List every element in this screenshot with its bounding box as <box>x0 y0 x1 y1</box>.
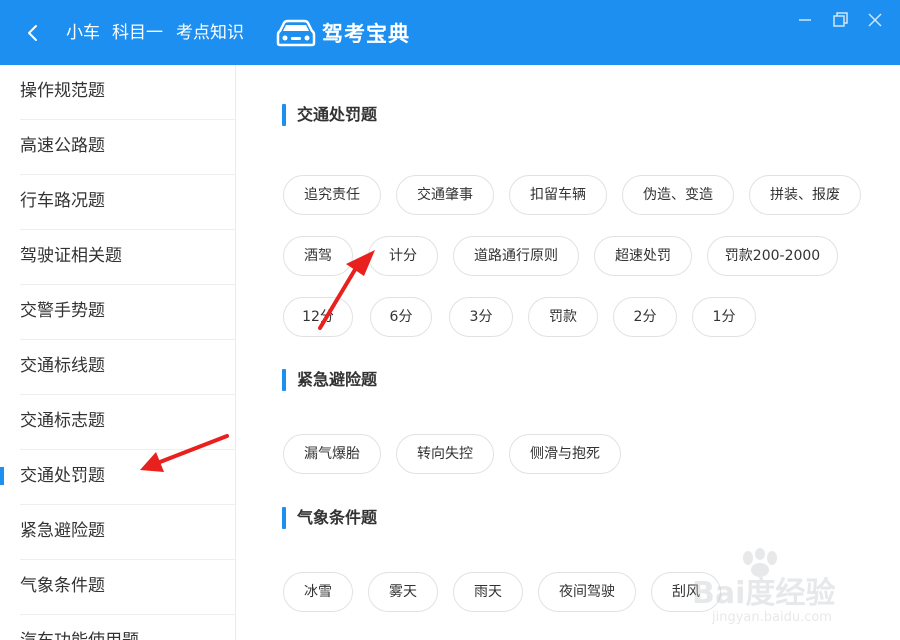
tag-chip[interactable]: 漏气爆胎 <box>283 434 381 474</box>
baidu-jingyan-watermark: Bai度经验 jingyan.baidu.com <box>692 548 892 634</box>
category-sidebar: 操作规范题 高速公路题 行车路况题 驾驶证相关题 交警手势题 交通标线题 交通标… <box>0 65 236 640</box>
tag-chip[interactable]: 超速处罚 <box>594 236 692 276</box>
tag-chip[interactable]: 雾天 <box>368 572 438 612</box>
sidebar-item-license[interactable]: 驾驶证相关题 <box>20 230 235 285</box>
sidebar-item-vehicle-functions[interactable]: 汽车功能使用题 <box>20 615 235 640</box>
sidebar-item-highway[interactable]: 高速公路题 <box>20 120 235 175</box>
sidebar-item-road-markings[interactable]: 交通标线题 <box>20 340 235 395</box>
tag-chip[interactable]: 拼装、报废 <box>749 175 861 215</box>
tag-chip[interactable]: 计分 <box>368 236 438 276</box>
tag-chip[interactable]: 1分 <box>692 297 756 337</box>
restore-icon[interactable] <box>830 10 850 30</box>
tag-chip[interactable]: 侧滑与抱死 <box>509 434 621 474</box>
tag-chip[interactable]: 冰雪 <box>283 572 353 612</box>
tag-chip[interactable]: 交通肇事 <box>396 175 494 215</box>
tag-chip[interactable]: 扣留车辆 <box>509 175 607 215</box>
tag-chip[interactable]: 3分 <box>449 297 513 337</box>
sidebar-item-operation[interactable]: 操作规范题 <box>20 65 235 120</box>
tag-chip[interactable]: 追究责任 <box>283 175 381 215</box>
tag-chip[interactable]: 酒驾 <box>283 236 353 276</box>
section-title-penalties: 交通处罚题 <box>282 103 377 127</box>
section-title-emergency: 紧急避险题 <box>282 368 377 392</box>
tag-chip[interactable]: 伪造、变造 <box>622 175 734 215</box>
tag-chip[interactable]: 罚款200-2000 <box>707 236 838 276</box>
tag-chip[interactable]: 夜间驾驶 <box>538 572 636 612</box>
tag-chip[interactable]: 转向失控 <box>396 434 494 474</box>
sidebar-item-weather[interactable]: 气象条件题 <box>20 560 235 615</box>
tag-chip[interactable]: 罚款 <box>528 297 598 337</box>
minimize-icon[interactable] <box>795 10 815 30</box>
close-icon[interactable] <box>865 10 885 30</box>
app-name: 驾考宝典 <box>322 22 410 46</box>
sidebar-item-police-gestures[interactable]: 交警手势题 <box>20 285 235 340</box>
sidebar-item-emergency[interactable]: 紧急避险题 <box>20 505 235 560</box>
tag-chip[interactable]: 道路通行原则 <box>453 236 579 276</box>
title-bar: 小车 科目一 考点知识 驾考宝典 <box>0 0 900 65</box>
breadcrumb-subject[interactable]: 科目一 <box>112 21 163 45</box>
app-logo: 驾考宝典 <box>276 17 410 49</box>
car-logo-icon <box>276 19 316 47</box>
tag-chip[interactable]: 12分 <box>283 297 353 337</box>
breadcrumb-page: 考点知识 <box>176 23 244 43</box>
sidebar-item-traffic-signs[interactable]: 交通标志题 <box>20 395 235 450</box>
sidebar-item-road-conditions[interactable]: 行车路况题 <box>20 175 235 230</box>
watermark-url: jingyan.baidu.com <box>712 610 832 625</box>
tag-chip[interactable]: 雨天 <box>453 572 523 612</box>
tag-chip[interactable]: 2分 <box>613 297 677 337</box>
sidebar-item-penalties[interactable]: 交通处罚题 <box>0 450 235 505</box>
breadcrumb-vehicle[interactable]: 小车 <box>66 21 100 45</box>
tag-chip[interactable]: 6分 <box>370 297 432 337</box>
watermark-text: Bai度经验 <box>692 576 836 611</box>
back-arrow-icon[interactable] <box>20 20 46 46</box>
section-title-weather: 气象条件题 <box>282 506 377 530</box>
